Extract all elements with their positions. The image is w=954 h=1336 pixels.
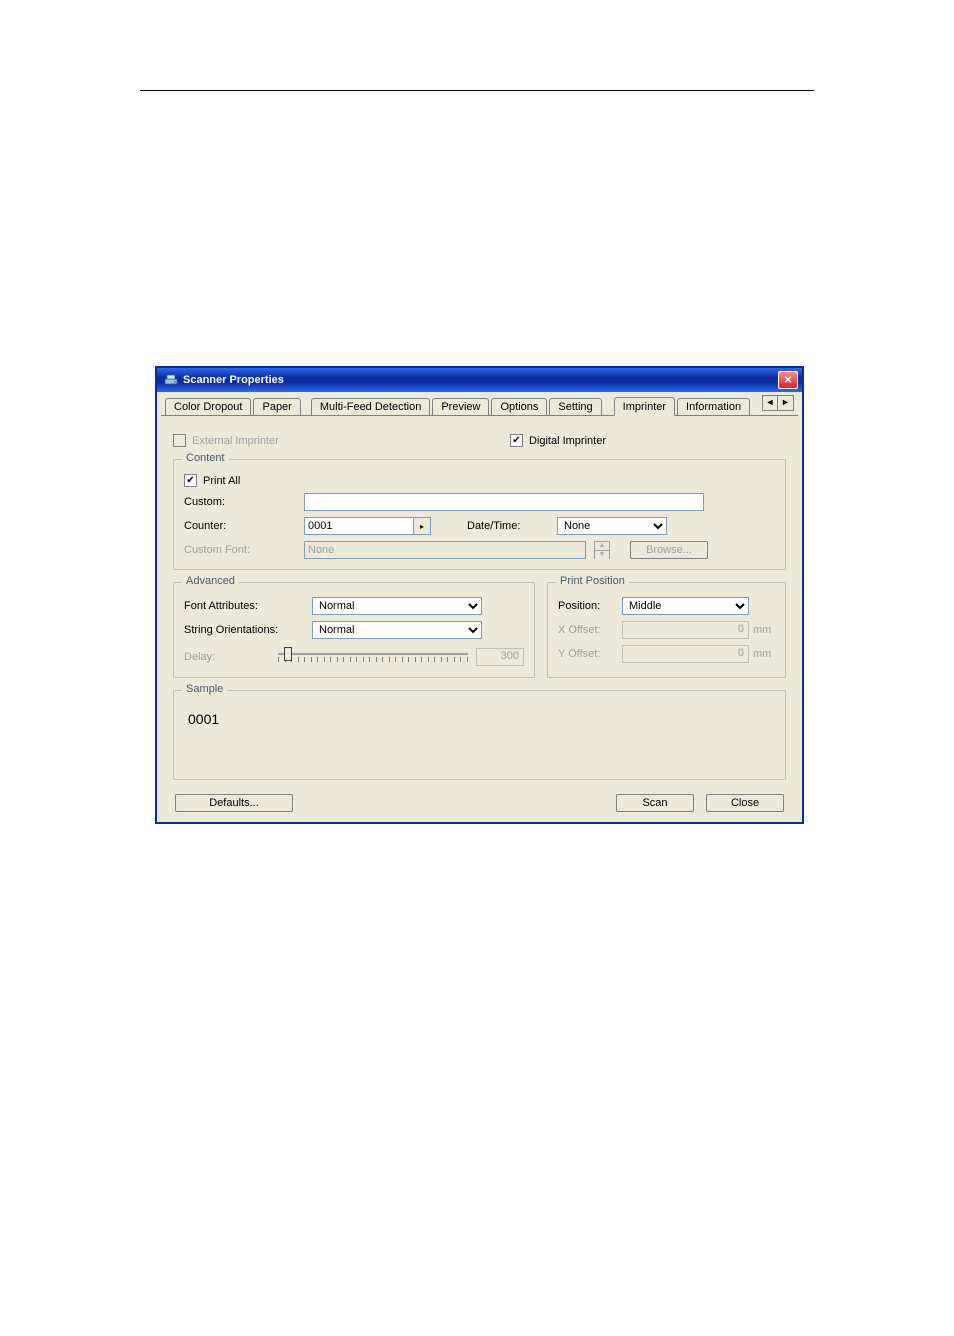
orientation-select[interactable]: Normal: [312, 621, 482, 639]
x-offset-unit: mm: [749, 624, 775, 636]
window-title: Scanner Properties: [183, 374, 778, 386]
defaults-button[interactable]: Defaults...: [175, 794, 293, 812]
print-all-checkbox[interactable]: ✔ Print All: [184, 474, 775, 487]
chevron-up-icon: ▲: [595, 542, 609, 551]
sample-group: Sample 0001: [173, 690, 786, 780]
tab-paper[interactable]: Paper: [253, 398, 300, 415]
x-offset-label: X Offset:: [558, 624, 622, 636]
position-label: Position:: [558, 600, 622, 612]
custom-label: Custom:: [184, 496, 304, 508]
content-legend: Content: [182, 452, 229, 464]
counter-label: Counter:: [184, 520, 304, 532]
titlebar[interactable]: Scanner Properties ×: [157, 368, 802, 392]
sample-value: 0001: [184, 705, 775, 733]
advanced-legend: Advanced: [182, 575, 239, 587]
tab-information[interactable]: Information: [677, 398, 750, 415]
delay-value: 300: [476, 648, 524, 666]
position-select[interactable]: Middle: [622, 597, 749, 615]
close-button[interactable]: Close: [706, 794, 784, 812]
tab-imprinter[interactable]: Imprinter: [614, 397, 675, 416]
print-position-group: Print Position Position: Middle X Offset…: [547, 582, 786, 678]
custom-font-stepper: ▲ ▼: [594, 541, 610, 559]
content-group: Content ✔ Print All Custom: Counter: ▸: [173, 459, 786, 570]
external-imprinter-checkbox: External Imprinter: [173, 434, 279, 447]
digital-imprinter-label: Digital Imprinter: [529, 435, 606, 447]
slider-thumb: [284, 647, 292, 661]
digital-imprinter-checkbox[interactable]: ✔ Digital Imprinter: [510, 434, 606, 447]
checkbox-icon[interactable]: ✔: [184, 474, 197, 487]
orientation-label: String Orientations:: [184, 624, 312, 636]
tab-strip: Color Dropout Paper Multi-Feed Detection…: [161, 394, 798, 416]
custom-font-label: Custom Font:: [184, 544, 304, 556]
font-attr-label: Font Attributes:: [184, 600, 312, 612]
checkbox-icon: [173, 434, 186, 447]
print-position-legend: Print Position: [556, 575, 629, 587]
browse-button: Browse...: [630, 541, 708, 559]
counter-spin-icon[interactable]: ▸: [414, 517, 431, 535]
tab-setting[interactable]: Setting: [549, 398, 601, 415]
external-imprinter-label: External Imprinter: [192, 435, 279, 447]
close-icon[interactable]: ×: [778, 371, 798, 389]
tab-scroll: ◄ ►: [762, 395, 794, 411]
tab-color-dropout[interactable]: Color Dropout: [165, 398, 251, 415]
delay-slider: [278, 647, 468, 667]
print-all-label: Print All: [203, 475, 240, 487]
custom-font-input: [304, 541, 586, 559]
x-offset-value: 0: [622, 621, 749, 639]
tab-scroll-right[interactable]: ►: [778, 395, 794, 411]
checkbox-icon[interactable]: ✔: [510, 434, 523, 447]
scan-button[interactable]: Scan: [616, 794, 694, 812]
scanner-properties-dialog: Scanner Properties × Color Dropout Paper…: [155, 366, 804, 824]
dialog-button-row: Defaults... Scan Close: [161, 784, 798, 812]
tab-multifeed[interactable]: Multi-Feed Detection: [311, 398, 431, 415]
page-divider: [140, 90, 814, 91]
app-icon: [163, 372, 179, 388]
datetime-label: Date/Time:: [467, 520, 557, 532]
font-attr-select[interactable]: Normal: [312, 597, 482, 615]
tab-preview[interactable]: Preview: [432, 398, 489, 415]
sample-legend: Sample: [182, 683, 227, 695]
advanced-group: Advanced Font Attributes: Normal String …: [173, 582, 535, 678]
tab-options[interactable]: Options: [491, 398, 547, 415]
counter-input[interactable]: [304, 517, 414, 535]
y-offset-label: Y Offset:: [558, 648, 622, 660]
chevron-down-icon: ▼: [595, 551, 609, 559]
tab-scroll-left[interactable]: ◄: [762, 395, 778, 411]
delay-label: Delay:: [184, 651, 278, 663]
datetime-select[interactable]: None: [557, 517, 667, 535]
custom-input[interactable]: [304, 493, 704, 511]
y-offset-unit: mm: [749, 648, 775, 660]
y-offset-value: 0: [622, 645, 749, 663]
